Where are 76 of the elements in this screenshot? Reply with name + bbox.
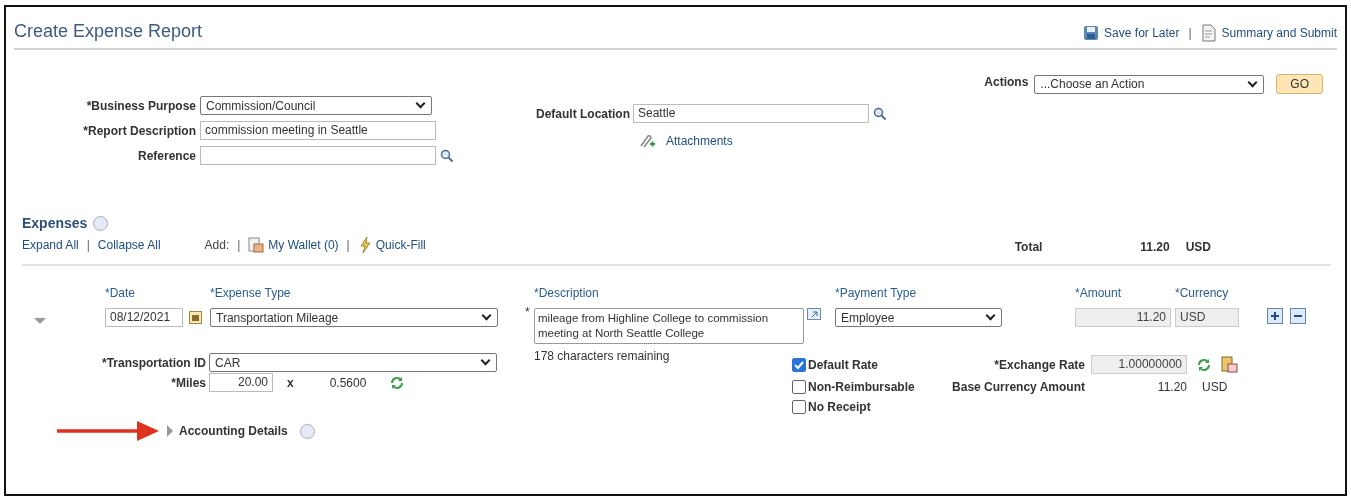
actions-select[interactable]: ...Choose an Action: [1034, 74, 1265, 94]
column-header: *Payment Type: [835, 286, 918, 300]
separator: |: [1188, 26, 1192, 40]
expand-icon[interactable]: [807, 308, 822, 321]
checkbox[interactable]: [792, 357, 806, 372]
default-rate-checkbox[interactable]: Default Rate: [792, 357, 942, 372]
quick-fill-link[interactable]: Quick-Fill: [375, 238, 426, 252]
default-location-field[interactable]: Seattle: [633, 104, 869, 123]
save-for-later-link[interactable]: Save for Later: [1104, 26, 1180, 40]
business-purpose-select[interactable]: Commission/Council: [200, 96, 432, 115]
field-label: *Report Description: [82, 123, 196, 138]
base-currency-code: USD: [1202, 380, 1228, 394]
search-icon[interactable]: [440, 148, 454, 163]
collapse-all-link[interactable]: Collapse All: [97, 238, 161, 252]
add-label: Add:: [204, 238, 230, 252]
separator: |: [346, 238, 350, 252]
separator: |: [237, 238, 241, 252]
add-row-icon[interactable]: [1267, 308, 1283, 324]
expense-type-select[interactable]: Transportation Mileage: [210, 308, 498, 327]
characters-remaining-text: 178 characters remaining: [534, 349, 671, 363]
lightning-icon: [357, 236, 372, 254]
total-currency: USD: [1185, 240, 1211, 254]
checkbox[interactable]: [792, 400, 806, 414]
total-label: Total: [1014, 240, 1044, 254]
go-button[interactable]: GO: [1276, 74, 1323, 94]
report-description-field[interactable]: commission meeting in Seattle: [200, 121, 436, 140]
date-field[interactable]: 08/12/2021: [105, 308, 183, 327]
total-amount: 11.20: [1139, 240, 1170, 254]
column-header: *Description: [534, 286, 600, 300]
base-currency-amount: 11.20: [1156, 380, 1187, 394]
column-header: *Expense Type: [210, 286, 292, 300]
field-label: *Exchange Rate: [993, 357, 1085, 372]
field-label: *Transportation ID: [101, 355, 206, 370]
section-title: Expenses: [22, 215, 88, 231]
paperclip-icon: [638, 133, 656, 149]
payment-type-select[interactable]: Employee: [835, 308, 1002, 327]
currency-field: USD: [1175, 308, 1239, 327]
page-title: Create Expense Report: [14, 21, 203, 42]
exchange-rate-field: 1.00000000: [1091, 355, 1187, 374]
mileage-rate: 0.5600: [329, 375, 367, 390]
summary-and-submit-link[interactable]: Summary and Submit: [1221, 26, 1337, 40]
refresh-icon[interactable]: [1197, 357, 1211, 372]
column-header: *Currency: [1175, 286, 1230, 300]
field-label: *Business Purpose: [85, 98, 196, 113]
refresh-icon[interactable]: [390, 375, 405, 390]
wallet-icon: [248, 237, 265, 253]
reference-field[interactable]: [200, 146, 436, 165]
collapse-caret-icon[interactable]: [34, 318, 46, 324]
my-wallet-link[interactable]: My Wallet (0): [268, 238, 339, 252]
field-label: *Miles: [170, 375, 206, 390]
field-label: Base Currency Amount: [951, 380, 1085, 394]
no-receipt-checkbox[interactable]: No Receipt: [792, 400, 942, 414]
amount-field: 11.20: [1075, 308, 1171, 327]
separator: |: [86, 238, 90, 252]
document-icon: [1200, 24, 1217, 42]
attachments-link[interactable]: Attachments: [666, 134, 733, 148]
non-reimbursable-checkbox[interactable]: Non-Reimbursable: [792, 380, 942, 394]
field-label: Reference: [136, 148, 196, 163]
field-label: Actions: [984, 75, 1029, 89]
accounting-details-label: Accounting Details: [179, 424, 288, 438]
field-label: Default Location: [536, 106, 630, 121]
delete-row-icon[interactable]: [1290, 308, 1306, 324]
save-icon: [1083, 25, 1100, 41]
checkbox[interactable]: [792, 380, 806, 394]
required-mark: *: [525, 305, 531, 319]
description-textarea[interactable]: mileage from Highline College to commission meeting at North Seattle College: [534, 308, 804, 344]
column-header: *Amount: [1075, 286, 1123, 300]
expand-caret-icon[interactable]: [167, 425, 173, 437]
multiply-sign: x: [287, 375, 294, 390]
miles-field[interactable]: 20.00: [209, 373, 273, 392]
transportation-id-select[interactable]: CAR: [209, 353, 497, 372]
calculator-icon[interactable]: [1221, 356, 1238, 373]
expand-all-link[interactable]: Expand All: [22, 238, 79, 252]
column-header: *Date: [105, 286, 137, 300]
search-icon[interactable]: [873, 106, 887, 121]
calendar-icon[interactable]: [189, 311, 202, 324]
